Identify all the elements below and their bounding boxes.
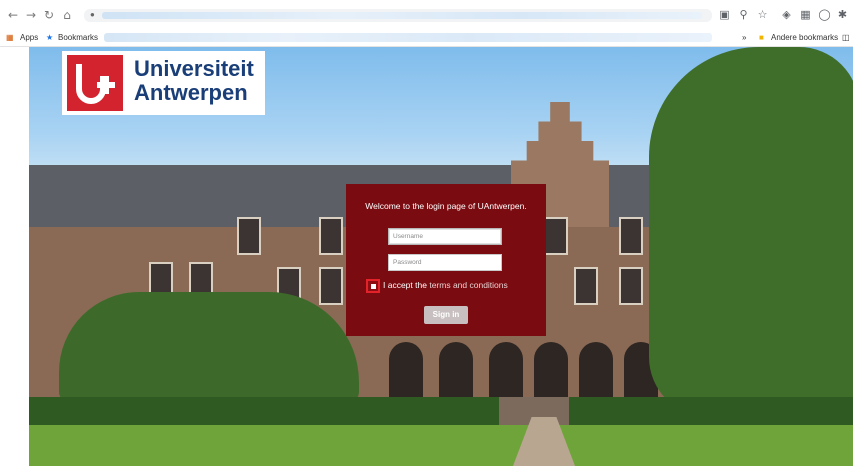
terms-checkbox[interactable] — [366, 279, 380, 293]
forward-icon[interactable]: → — [24, 8, 38, 22]
arcade-arch — [489, 342, 523, 397]
back-icon[interactable]: ← — [6, 8, 20, 22]
checkbox-box — [371, 284, 376, 289]
window — [319, 267, 343, 305]
logo-wordmark: Universiteit Antwerpen — [134, 57, 254, 105]
home-icon[interactable]: ⌂ — [60, 8, 74, 22]
window — [619, 217, 643, 255]
password-input[interactable]: Password — [388, 254, 502, 271]
browser-toolbar: ← → ↻ ⌂ ● ▣ ⚲ ☆ ◈ ▦ ◯ ✱ — [0, 0, 853, 30]
accept-terms-label: I accept the terms and conditions — [383, 280, 508, 290]
window — [574, 267, 598, 305]
arcade-arch — [579, 342, 613, 397]
lock-icon: ● — [90, 10, 95, 19]
accept-prefix-text: I accept the — [383, 280, 427, 290]
window — [544, 217, 568, 255]
bookmarks-bar: ▦ Apps ★ Bookmarks » ■ Andere bookmarks … — [0, 30, 853, 47]
url-text-redacted — [102, 12, 702, 19]
folder-icon: ■ — [759, 33, 764, 42]
other-bookmarks-link[interactable]: Andere bookmarks — [771, 32, 838, 44]
arcade-arch — [389, 342, 423, 397]
extension-icon[interactable]: ▣ — [718, 8, 731, 21]
hedge — [569, 397, 853, 427]
extension-icon[interactable]: ◈ — [780, 8, 793, 21]
lawn — [29, 425, 853, 466]
logo-line-2: Antwerpen — [134, 80, 248, 105]
extension-icon[interactable]: ▦ — [799, 8, 812, 21]
sign-in-button[interactable]: Sign in — [424, 306, 468, 324]
bookmark-star-icon: ★ — [46, 33, 54, 42]
window — [319, 217, 343, 255]
star-icon[interactable]: ☆ — [756, 8, 769, 21]
tree — [59, 292, 359, 402]
window — [619, 267, 643, 305]
zoom-icon[interactable]: ⚲ — [737, 8, 750, 21]
tree — [649, 47, 853, 417]
login-title: Welcome to the login page of UAntwerpen. — [365, 201, 527, 211]
bookmarks-link[interactable]: Bookmarks — [58, 32, 98, 44]
hedge — [29, 397, 499, 427]
username-input[interactable]: Username — [388, 228, 502, 245]
reading-list-icon[interactable]: ◫ — [842, 32, 850, 44]
arcade-arch — [439, 342, 473, 397]
address-bar[interactable]: ● — [84, 9, 712, 22]
extension-icon[interactable]: ◯ — [818, 8, 831, 21]
apps-link[interactable]: Apps — [20, 32, 38, 44]
puzzle-icon[interactable]: ✱ — [836, 8, 849, 21]
logo-mark-icon — [67, 55, 123, 111]
window — [237, 217, 261, 255]
overflow-chevron-icon[interactable]: » — [742, 32, 746, 44]
terms-link[interactable]: terms and conditions — [429, 280, 507, 290]
bookmark-items-redacted — [104, 33, 712, 42]
reload-icon[interactable]: ↻ — [42, 8, 56, 22]
apps-grid-icon[interactable]: ▦ — [6, 32, 14, 44]
logo-line-1: Universiteit — [134, 56, 254, 81]
university-logo: Universiteit Antwerpen — [62, 51, 265, 115]
arcade-arch — [534, 342, 568, 397]
login-panel: Welcome to the login page of UAntwerpen.… — [346, 184, 546, 336]
